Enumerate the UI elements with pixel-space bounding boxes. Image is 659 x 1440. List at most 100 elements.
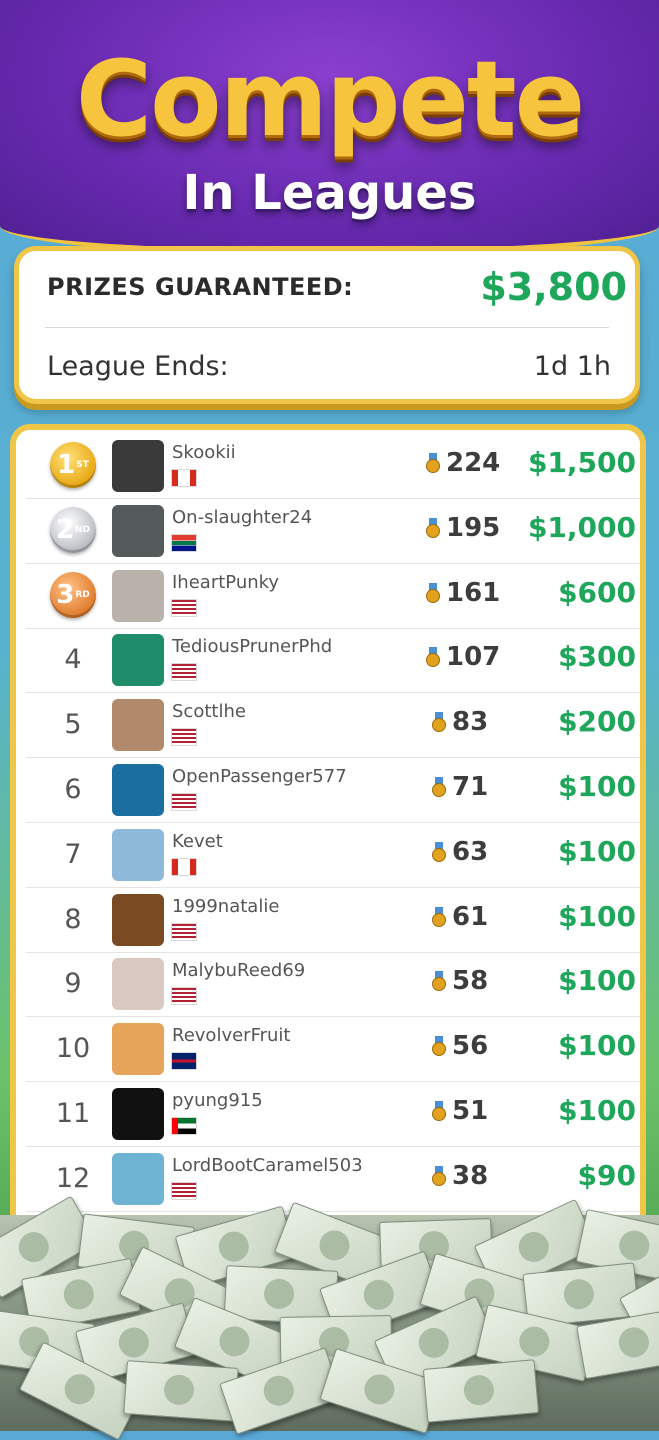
avatar[interactable] bbox=[112, 440, 164, 492]
rank-number: 4 bbox=[64, 644, 82, 676]
header-banner: Compete In Leagues bbox=[0, 0, 659, 256]
rank-number: 3 bbox=[56, 579, 75, 610]
avatar[interactable] bbox=[112, 1088, 164, 1140]
points: 83 bbox=[432, 707, 512, 737]
bronze-medal-icon: 3 RD bbox=[50, 571, 96, 618]
leaderboard-row[interactable]: 7 Kevet 63 $100 bbox=[26, 823, 640, 888]
points: 224 bbox=[426, 448, 506, 478]
avatar[interactable] bbox=[112, 828, 164, 881]
leaderboard-row[interactable]: 11 pyung915 51 $100 bbox=[26, 1082, 640, 1147]
usa-flag-icon bbox=[172, 1182, 196, 1199]
username[interactable]: TediousPrunerPhd bbox=[172, 636, 332, 657]
points-value: 224 bbox=[446, 448, 501, 478]
points-value: 107 bbox=[446, 642, 501, 673]
leaderboard-row[interactable]: 9 MalybuReed69 58 $100 bbox=[26, 952, 640, 1018]
avatar[interactable] bbox=[112, 893, 164, 946]
gold-medal-icon: 1 ST bbox=[50, 442, 96, 488]
points: 38 bbox=[432, 1161, 512, 1191]
leaderboard-row[interactable]: 4 TediousPrunerPhd 107 $300 bbox=[26, 628, 640, 694]
prize-amount: $600 bbox=[558, 575, 636, 609]
avatar[interactable] bbox=[112, 569, 164, 622]
username[interactable]: MalybuReed69 bbox=[172, 960, 305, 981]
rank-suffix: ND bbox=[75, 524, 91, 535]
username[interactable]: RevolverFruit bbox=[172, 1025, 290, 1046]
canada-flag-icon bbox=[172, 470, 196, 486]
username[interactable]: Scottlhe bbox=[172, 701, 246, 722]
username[interactable]: Kevet bbox=[172, 831, 223, 852]
league-ends-label: League Ends: bbox=[47, 351, 229, 382]
uae-flag-icon bbox=[172, 1118, 196, 1134]
username[interactable]: LordBootCaramel503 bbox=[172, 1155, 363, 1176]
leaderboard-row[interactable]: 10 RevolverFruit 56 $100 bbox=[26, 1017, 640, 1083]
rank-number: 2 bbox=[55, 514, 75, 545]
points-value: 161 bbox=[446, 577, 501, 608]
medal-icon bbox=[432, 777, 446, 797]
points: 63 bbox=[432, 837, 512, 867]
leaderboard-row[interactable]: 6 OpenPassenger577 71 $100 bbox=[26, 758, 640, 823]
points-value: 56 bbox=[452, 1031, 489, 1062]
uk-flag-icon bbox=[172, 1053, 196, 1070]
leaderboard-row[interactable]: 12 LordBootCaramel503 38 $90 bbox=[26, 1147, 640, 1212]
username[interactable]: pyung915 bbox=[172, 1090, 263, 1111]
rank-number: 12 bbox=[55, 1162, 91, 1194]
avatar[interactable] bbox=[112, 958, 164, 1011]
leaderboard-row[interactable]: 1 ST Skookii 224 $1,500 bbox=[26, 434, 640, 499]
avatar[interactable] bbox=[112, 699, 164, 752]
leaderboard-row[interactable]: 5 Scottlhe 83 $200 bbox=[26, 693, 640, 759]
username[interactable]: On-slaughter24 bbox=[172, 507, 312, 528]
points-value: 51 bbox=[452, 1096, 489, 1126]
medal-icon bbox=[432, 971, 446, 992]
username[interactable]: OpenPassenger577 bbox=[172, 766, 347, 787]
medal-icon bbox=[432, 712, 446, 733]
username[interactable]: 1999natalie bbox=[172, 896, 279, 917]
prize-amount: $100 bbox=[558, 1029, 636, 1063]
points: 107 bbox=[426, 642, 506, 672]
leaderboard-row[interactable]: 2 ND On-slaughter24 195 $1,000 bbox=[26, 499, 640, 564]
avatar[interactable] bbox=[112, 1023, 164, 1076]
avatar[interactable] bbox=[112, 634, 164, 687]
avatar[interactable] bbox=[112, 764, 164, 816]
prize-amount: $1,500 bbox=[527, 446, 636, 479]
rank-number: 5 bbox=[64, 709, 82, 741]
points: 51 bbox=[432, 1096, 512, 1126]
leaderboard-row[interactable]: 8 1999natalie 61 $100 bbox=[26, 888, 640, 953]
money-pile-image bbox=[0, 1195, 659, 1440]
rank-number: 9 bbox=[64, 968, 82, 1000]
medal-icon bbox=[426, 582, 440, 603]
usa-flag-icon bbox=[172, 664, 196, 681]
usa-flag-icon bbox=[172, 599, 196, 616]
avatar[interactable] bbox=[112, 504, 164, 557]
divider bbox=[45, 327, 609, 328]
banknote-image bbox=[422, 1359, 540, 1423]
points-value: 71 bbox=[452, 772, 489, 802]
points: 61 bbox=[432, 902, 512, 932]
usa-flag-icon bbox=[172, 988, 196, 1005]
league-info-card: PRIZES GUARANTEED: $3,800 League Ends: 1… bbox=[14, 246, 640, 404]
points: 71 bbox=[432, 772, 512, 802]
usa-flag-icon bbox=[172, 729, 196, 746]
medal-icon bbox=[432, 1165, 446, 1186]
prizes-guaranteed-value: $3,800 bbox=[480, 265, 627, 309]
rank-number: 1 bbox=[57, 450, 76, 480]
avatar[interactable] bbox=[112, 1152, 164, 1205]
south-africa-flag-icon bbox=[172, 534, 196, 551]
prizes-guaranteed-label: PRIZES GUARANTEED: bbox=[47, 273, 354, 301]
medal-icon bbox=[426, 453, 440, 473]
leaderboard-row[interactable]: 3 RD IheartPunky 161 $600 bbox=[26, 564, 640, 629]
rank-suffix: ST bbox=[76, 460, 89, 470]
medal-icon bbox=[426, 517, 440, 538]
leaderboard[interactable]: 1 ST Skookii 224 $1,500 2 ND On-slaughter24 195 $… bbox=[10, 424, 646, 1284]
medal-icon bbox=[432, 1101, 446, 1121]
prize-amount: $100 bbox=[558, 770, 636, 803]
rank-number: 8 bbox=[64, 903, 82, 935]
prize-amount: $1,000 bbox=[527, 510, 636, 544]
canada-flag-icon bbox=[172, 858, 196, 875]
username[interactable]: Skookii bbox=[172, 442, 236, 463]
points-value: 58 bbox=[452, 966, 489, 997]
usa-flag-icon bbox=[172, 794, 196, 810]
prize-amount: $100 bbox=[558, 834, 636, 868]
points-value: 195 bbox=[446, 512, 501, 543]
prize-amount: $100 bbox=[558, 899, 636, 933]
username[interactable]: IheartPunky bbox=[172, 572, 279, 593]
usa-flag-icon bbox=[172, 923, 196, 940]
